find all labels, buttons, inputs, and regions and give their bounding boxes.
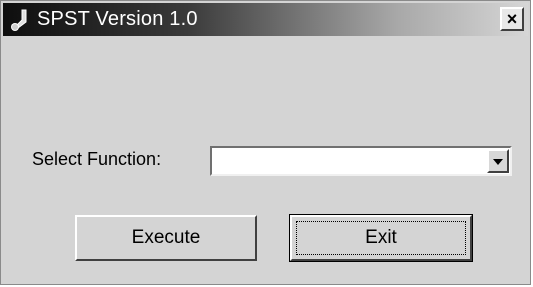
app-window: SPST Version 1.0 × Select Function: Exec… <box>0 0 531 285</box>
title-bar[interactable]: SPST Version 1.0 × <box>3 3 528 36</box>
dropdown-button[interactable] <box>487 149 509 173</box>
execute-button-label: Execute <box>131 227 201 248</box>
app-icon <box>7 7 31 33</box>
exit-button[interactable]: Exit <box>289 214 473 262</box>
function-label: Select Function: <box>32 149 162 169</box>
function-select[interactable] <box>210 146 512 176</box>
close-icon: × <box>506 9 518 29</box>
close-button[interactable]: × <box>500 7 524 31</box>
window-title: SPST Version 1.0 <box>37 8 198 30</box>
chevron-down-icon <box>493 152 503 170</box>
execute-button[interactable]: Execute <box>75 215 257 261</box>
focus-rectangle <box>296 221 466 255</box>
